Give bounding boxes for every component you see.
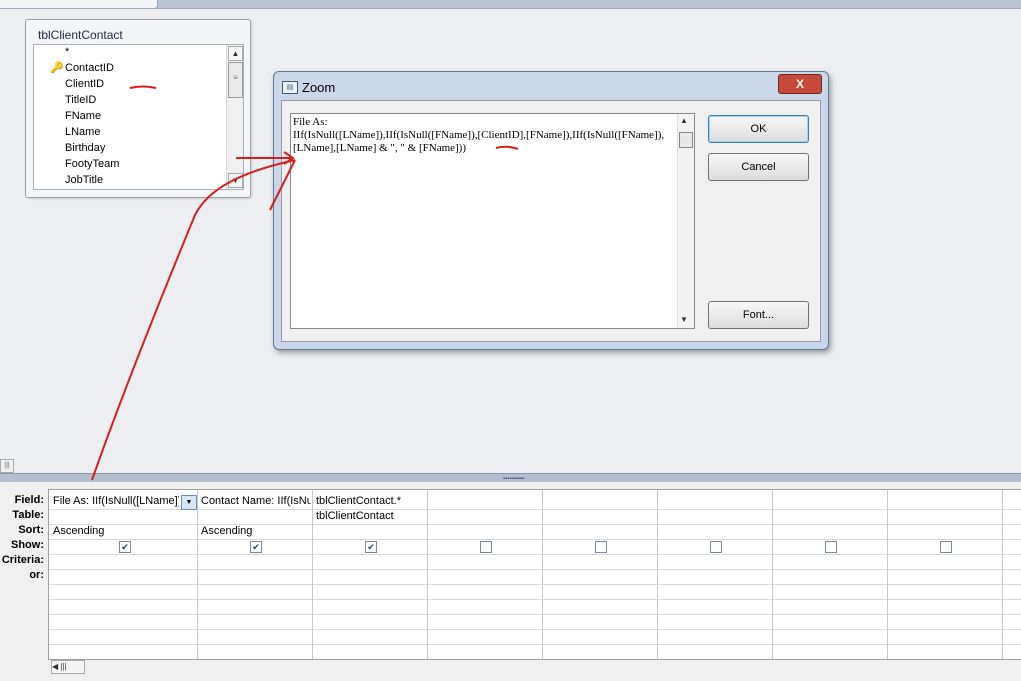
font-button[interactable]: Font... <box>708 301 809 329</box>
table-field-list-window[interactable]: tblClientContact 🔑 * ContactID ClientID … <box>25 19 251 198</box>
show-checkbox[interactable] <box>480 541 492 553</box>
zoom-body: File As: IIf(IsNull([LName]),IIf(IsNull(… <box>281 100 821 342</box>
field-item[interactable]: ClientID <box>65 78 104 90</box>
show-checkbox[interactable] <box>710 541 722 553</box>
row-label-or: or: <box>29 569 44 581</box>
field-item[interactable]: JobTitle <box>65 174 103 186</box>
document-tab-strip <box>0 0 1021 9</box>
table-title: tblClientContact <box>38 28 123 42</box>
row-label-show: Show: <box>11 539 44 551</box>
field-list-scrollbar[interactable]: ▲ ≡ ▼ <box>226 45 243 189</box>
grid-table-cell[interactable]: tblClientContact <box>316 510 426 522</box>
query-design-grid-area: Field: Table: Sort: Show: Criteria: or: … <box>0 482 1021 681</box>
grid-horizontal-scrollbar[interactable]: ◀ ||| <box>51 660 85 674</box>
zoom-title: Zoom <box>302 80 336 95</box>
scroll-down-icon[interactable]: ▼ <box>680 315 688 324</box>
grid-field-cell[interactable]: tblClientContact.* <box>316 495 426 507</box>
expression-line-3: [LName],[LName] & ", " & [FName])) <box>293 142 466 154</box>
grid-field-cell[interactable]: File As: IIf(IsNull([LName]) <box>53 495 179 507</box>
pane-splitter[interactable]: ▪▪▪▪▪▪▪▪▪▪ <box>0 473 1021 482</box>
field-item[interactable]: ContactID <box>65 62 114 74</box>
scroll-down-icon[interactable]: ▼ <box>228 173 243 188</box>
zoom-window-icon: ▤ <box>282 81 298 94</box>
field-item[interactable]: LName <box>65 126 100 138</box>
query-tab[interactable] <box>0 0 158 9</box>
show-checkbox[interactable] <box>825 541 837 553</box>
dropdown-arrow-icon[interactable]: ▼ <box>181 495 197 510</box>
cancel-button[interactable]: Cancel <box>708 153 809 181</box>
show-checkbox[interactable]: ✔ <box>365 541 377 553</box>
scroll-left-icon[interactable]: ||| <box>0 459 14 473</box>
zoom-dialog: ▤ Zoom X File As: IIf(IsNull([LName]),II… <box>273 71 829 350</box>
scroll-left-icon[interactable]: ◀ <box>52 662 58 671</box>
field-item[interactable]: Birthday <box>65 142 105 154</box>
grid-field-cell[interactable]: Contact Name: IIf(IsNu <box>201 495 311 507</box>
grid-sort-cell[interactable]: Ascending <box>201 525 311 537</box>
expression-text: File As: IIf(IsNull([LName]),IIf(IsNull(… <box>293 116 673 155</box>
row-label-field: Field: <box>14 494 44 506</box>
expression-scrollbar[interactable]: ▲ ▼ <box>677 114 694 328</box>
show-checkbox[interactable] <box>595 541 607 553</box>
field-item[interactable]: FootyTeam <box>65 158 119 170</box>
expression-textarea[interactable]: File As: IIf(IsNull([LName]),IIf(IsNull(… <box>290 113 695 329</box>
field-item[interactable]: TitleID <box>65 94 96 106</box>
zoom-title-bar[interactable]: ▤ Zoom X <box>274 72 828 100</box>
arrow-from-grid-annotation <box>91 159 296 481</box>
row-label-criteria: Criteria: <box>1 554 44 566</box>
scroll-up-icon[interactable]: ▲ <box>228 46 243 61</box>
grid-row-labels: Field: Table: Sort: Show: Criteria: or: <box>0 493 44 583</box>
field-item[interactable]: FName <box>65 110 101 122</box>
expression-line-1: File As: <box>293 116 328 128</box>
scroll-thumb[interactable]: ≡ <box>228 62 243 98</box>
row-label-table: Table: <box>12 509 44 521</box>
scroll-thumb[interactable]: ||| <box>60 662 66 671</box>
show-checkbox[interactable]: ✔ <box>119 541 131 553</box>
field-item[interactable]: * <box>65 46 69 58</box>
grid-sort-cell[interactable]: Ascending <box>53 525 193 537</box>
close-button[interactable]: X <box>778 74 822 94</box>
show-checkbox[interactable] <box>940 541 952 553</box>
scroll-thumb[interactable] <box>679 132 693 148</box>
expression-line-2: IIf(IsNull([LName]),IIf(IsNull([FName]),… <box>293 129 665 141</box>
query-design-grid[interactable]: File As: IIf(IsNull([LName]) ▼ Ascending… <box>48 489 1021 660</box>
field-list[interactable]: 🔑 * ContactID ClientID TitleID FName LNa… <box>33 44 244 190</box>
show-checkbox[interactable]: ✔ <box>250 541 262 553</box>
scroll-up-icon[interactable]: ▲ <box>680 116 688 125</box>
row-label-sort: Sort: <box>18 524 44 536</box>
primary-key-icon: 🔑 <box>50 62 64 74</box>
ok-button[interactable]: OK <box>708 115 809 143</box>
